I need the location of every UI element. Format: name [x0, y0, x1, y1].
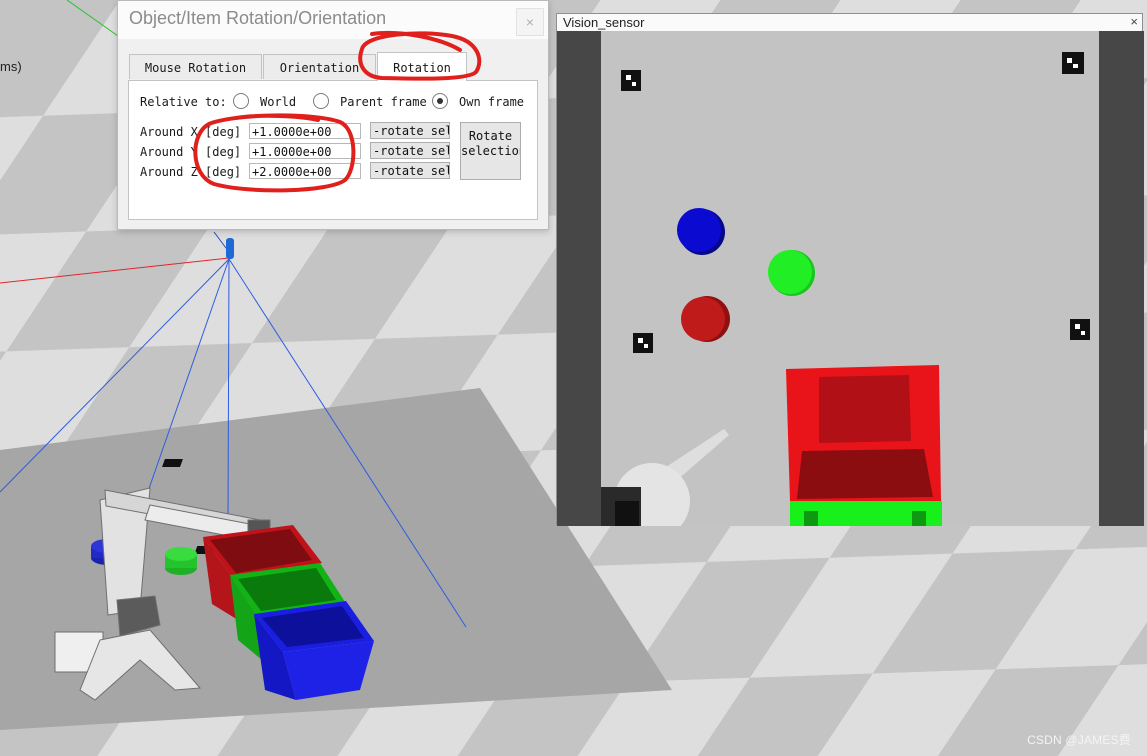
vision-red-disc — [681, 296, 730, 342]
radio-own-frame[interactable] — [432, 93, 448, 109]
dialog-close-button[interactable]: × — [516, 8, 544, 36]
vision-close-button[interactable]: × — [1130, 14, 1138, 29]
scene-info-text: ms) — [0, 59, 22, 74]
rotate-sel-x-button[interactable]: -rotate sel — [370, 122, 450, 139]
around-z-label: Around Z [deg] — [140, 165, 242, 179]
vision-right-wall — [1099, 31, 1144, 526]
radio-parent-frame[interactable] — [313, 93, 329, 109]
rotate-selection-line2: selection — [461, 144, 521, 158]
vision-sensor-window: Vision_sensor × — [556, 13, 1144, 526]
tab-orientation[interactable]: Orientation — [263, 54, 376, 79]
around-x-field[interactable]: +1.0000e+00 — [249, 123, 361, 139]
green-disc — [165, 547, 197, 575]
radio-own-frame-label[interactable]: Own frame — [459, 95, 524, 109]
rotate-sel-y-button[interactable]: -rotate sel — [370, 142, 450, 159]
dialog-title: Object/Item Rotation/Orientation — [129, 8, 387, 28]
vision-green-bin — [790, 501, 942, 526]
tab-mouse-rotation[interactable]: Mouse Rotation — [129, 54, 262, 79]
radio-parent-frame-label[interactable]: Parent frame — [340, 95, 427, 109]
tab-rotation[interactable]: Rotation — [377, 52, 467, 81]
around-y-field[interactable]: +1.0000e+00 — [249, 143, 361, 159]
vision-sensor-object — [226, 238, 234, 259]
rotation-dialog: Object/Item Rotation/Orientation × Mouse… — [117, 0, 549, 230]
vision-sensor-title: Vision_sensor — [563, 15, 645, 30]
rotate-selection-line1: Rotate — [468, 129, 513, 143]
radio-world-label[interactable]: World — [260, 95, 296, 109]
rotate-sel-z-button[interactable]: -rotate sel — [370, 162, 450, 179]
around-y-label: Around Y [deg] — [140, 145, 242, 159]
around-x-label: Around X [deg] — [140, 125, 242, 139]
blue-bin — [254, 601, 374, 700]
relative-to-label: Relative to: — [140, 95, 227, 109]
vision-sensor-image — [557, 31, 1144, 526]
around-z-field[interactable]: +2.0000e+00 — [249, 163, 361, 179]
vision-left-wall — [557, 31, 601, 526]
watermark-text: CSDN @JAMES费 — [1027, 733, 1131, 747]
vision-red-bin — [786, 365, 941, 501]
dialog-titlebar[interactable]: Object/Item Rotation/Orientation × — [118, 1, 548, 39]
rotate-selection-button[interactable]: Rotate selection — [460, 122, 521, 180]
rotation-panel: Relative to: World Parent frame Own fram… — [128, 80, 538, 220]
radio-world[interactable] — [233, 93, 249, 109]
